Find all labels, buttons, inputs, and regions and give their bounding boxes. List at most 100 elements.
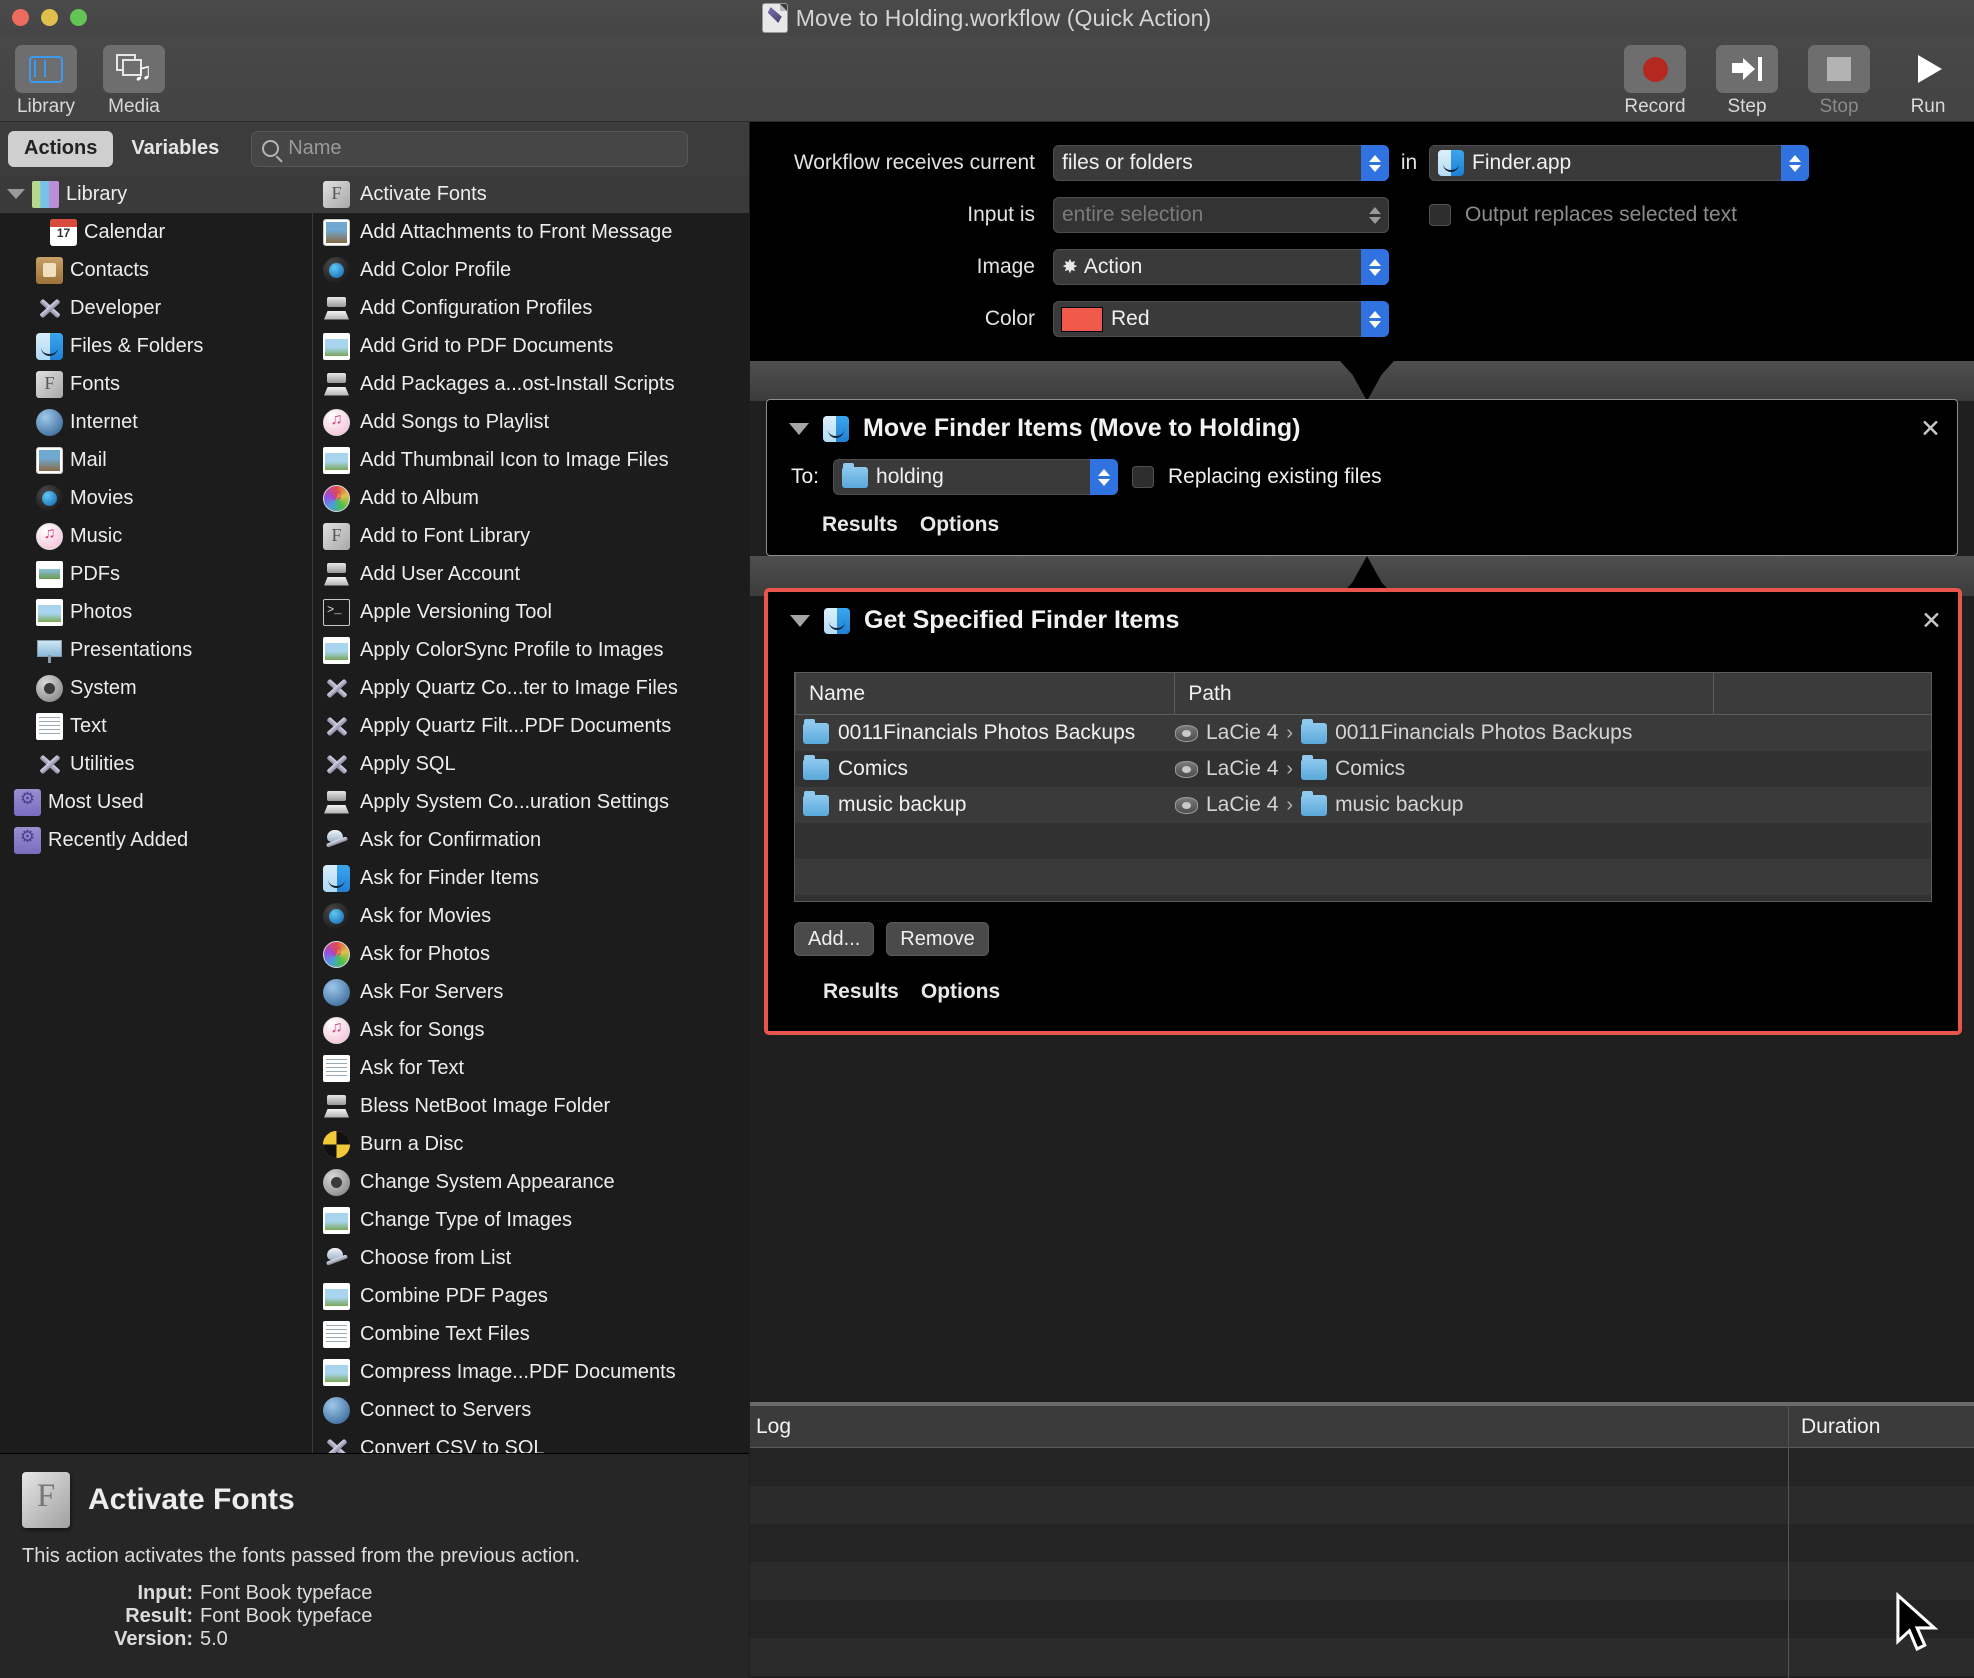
action-item[interactable]: Ask for Songs (313, 1011, 749, 1049)
disclosure-triangle-icon[interactable] (790, 614, 810, 627)
action-item[interactable]: Choose from List (313, 1239, 749, 1277)
sidebar-item-utilities[interactable]: Utilities (0, 745, 312, 783)
finder-items-table[interactable]: Name Path 0011Financials Photos Backups … (794, 672, 1932, 902)
action-item[interactable]: Apple Versioning Tool (313, 593, 749, 631)
table-row[interactable]: music backup LaCie 4 › music backup (795, 787, 1931, 823)
close-icon[interactable]: ✕ (1921, 606, 1942, 636)
library-root-row[interactable]: Library (0, 175, 312, 213)
column-header-name[interactable]: Name (795, 673, 1174, 715)
action-item[interactable]: Ask for Movies (313, 897, 749, 935)
action-item[interactable]: Add to Font Library (313, 517, 749, 555)
action-item[interactable]: Add Thumbnail Icon to Image Files (313, 441, 749, 479)
results-tab[interactable]: Results (823, 980, 899, 1004)
chevron-updown-icon[interactable] (1361, 249, 1389, 285)
toolbar-stop-button[interactable]: Stop (1795, 45, 1883, 118)
action-item[interactable]: Apply Quartz Filt...PDF Documents (313, 707, 749, 745)
action-item[interactable]: Add Packages a...ost-Install Scripts (313, 365, 749, 403)
action-item[interactable]: Connect to Servers (313, 1391, 749, 1429)
sidebar-item-photos[interactable]: Photos (0, 593, 312, 631)
tab-actions[interactable]: Actions (8, 130, 114, 167)
destination-folder-dropdown[interactable]: holding (833, 459, 1119, 495)
action-item[interactable]: Apply SQL (313, 745, 749, 783)
action-item[interactable]: Add User Account (313, 555, 749, 593)
options-tab[interactable]: Options (920, 513, 999, 537)
sidebar-item-presentations[interactable]: Presentations (0, 631, 312, 669)
column-header-path[interactable]: Path (1174, 673, 1713, 715)
sidebar-item-contacts[interactable]: Contacts (0, 251, 312, 289)
actions-list[interactable]: Activate Fonts Add Attachments to Front … (313, 175, 749, 1453)
action-item[interactable]: Convert CSV to SQL (313, 1429, 749, 1454)
output-replaces-checkbox[interactable] (1429, 204, 1451, 226)
toolbar-media-button[interactable]: ♫ Media (90, 45, 178, 118)
chevron-updown-icon[interactable] (1361, 301, 1389, 337)
toolbar-library-button[interactable]: Library (2, 45, 90, 118)
table-row[interactable]: 0011Financials Photos Backups LaCie 4 › … (795, 715, 1931, 751)
action-item[interactable]: Change Type of Images (313, 1201, 749, 1239)
search-field[interactable]: Name (251, 130, 689, 167)
sidebar-item-mail[interactable]: Mail (0, 441, 312, 479)
toolbar-step-button[interactable]: Step (1703, 45, 1791, 118)
action-item[interactable]: Compress Image...PDF Documents (313, 1353, 749, 1391)
action-item[interactable]: Ask for Text (313, 1049, 749, 1087)
action-item[interactable]: Apply System Co...uration Settings (313, 783, 749, 821)
action-item[interactable]: Add Attachments to Front Message (313, 213, 749, 251)
column-header-extra[interactable] (1713, 673, 1931, 715)
chevron-updown-icon[interactable] (1781, 145, 1809, 181)
sidebar-item-developer[interactable]: Developer (0, 289, 312, 327)
action-block-header[interactable]: Move Finder Items (Move to Holding) (767, 400, 1957, 443)
action-item[interactable]: Apply ColorSync Profile to Images (313, 631, 749, 669)
sidebar-item-text[interactable]: Text (0, 707, 312, 745)
replacing-existing-files-checkbox[interactable] (1132, 466, 1155, 488)
action-item[interactable]: Add Color Profile (313, 251, 749, 289)
disclosure-triangle-icon[interactable] (789, 422, 809, 435)
action-block-move-finder-items[interactable]: Move Finder Items (Move to Holding) ✕ To… (766, 399, 1958, 556)
tab-variables[interactable]: Variables (115, 131, 235, 167)
sidebar-item-most-used[interactable]: Most Used (0, 783, 312, 821)
color-dropdown[interactable]: Red (1053, 301, 1389, 337)
sidebar-item-files-folders[interactable]: Files & Folders (0, 327, 312, 365)
action-item[interactable]: Add to Album (313, 479, 749, 517)
sidebar-item-music[interactable]: Music (0, 517, 312, 555)
action-item[interactable]: Apply Quartz Co...ter to Image Files (313, 669, 749, 707)
chevron-updown-icon[interactable] (1361, 145, 1389, 181)
action-item[interactable]: Bless NetBoot Image Folder (313, 1087, 749, 1125)
workflow-app-dropdown[interactable]: Finder.app (1429, 145, 1809, 181)
action-item[interactable]: Ask For Servers (313, 973, 749, 1011)
image-dropdown[interactable]: ✸ Action (1053, 249, 1389, 285)
workflow-receives-dropdown[interactable]: files or folders (1053, 145, 1389, 181)
sidebar-item-system[interactable]: System (0, 669, 312, 707)
chevron-down-icon[interactable] (7, 189, 25, 199)
action-block-header[interactable]: Get Specified Finder Items (768, 592, 1958, 635)
action-item[interactable]: Ask for Finder Items (313, 859, 749, 897)
action-item[interactable]: Combine Text Files (313, 1315, 749, 1353)
sidebar-item-fonts[interactable]: Fonts (0, 365, 312, 403)
add-button[interactable]: Add... (794, 922, 875, 956)
action-item[interactable]: Add Configuration Profiles (313, 289, 749, 327)
chevron-updown-icon[interactable] (1090, 459, 1119, 495)
action-item[interactable]: Activate Fonts (313, 175, 749, 213)
library-category-list[interactable]: Library Calendar Contacts Developer File… (0, 175, 313, 1453)
log-body[interactable] (750, 1448, 1974, 1678)
duration-column-header[interactable]: Duration (1788, 1405, 1974, 1448)
action-item[interactable]: Combine PDF Pages (313, 1277, 749, 1315)
sidebar-item-movies[interactable]: Movies (0, 479, 312, 517)
action-item[interactable]: Ask for Confirmation (313, 821, 749, 859)
sidebar-item-pdfs[interactable]: PDFs (0, 555, 312, 593)
action-block-get-specified-finder-items[interactable]: Get Specified Finder Items ✕ Name Path 0… (764, 588, 1962, 1035)
action-item[interactable]: Add Grid to PDF Documents (313, 327, 749, 365)
sidebar-item-internet[interactable]: Internet (0, 403, 312, 441)
toolbar-run-button[interactable]: Run (1884, 45, 1972, 118)
results-tab[interactable]: Results (822, 513, 898, 537)
table-row[interactable]: Comics LaCie 4 › Comics (795, 751, 1931, 787)
sidebar-item-recently-added[interactable]: Recently Added (0, 821, 312, 859)
action-item[interactable]: Ask for Photos (313, 935, 749, 973)
action-item[interactable]: Change System Appearance (313, 1163, 749, 1201)
action-item[interactable]: Burn a Disc (313, 1125, 749, 1163)
log-column-header[interactable]: Log (750, 1406, 1788, 1448)
close-icon[interactable]: ✕ (1920, 414, 1941, 444)
options-tab[interactable]: Options (921, 980, 1000, 1004)
remove-button[interactable]: Remove (886, 922, 989, 956)
toolbar-record-button[interactable]: Record (1611, 45, 1699, 118)
sidebar-item-calendar[interactable]: Calendar (14, 213, 312, 251)
action-item[interactable]: Add Songs to Playlist (313, 403, 749, 441)
